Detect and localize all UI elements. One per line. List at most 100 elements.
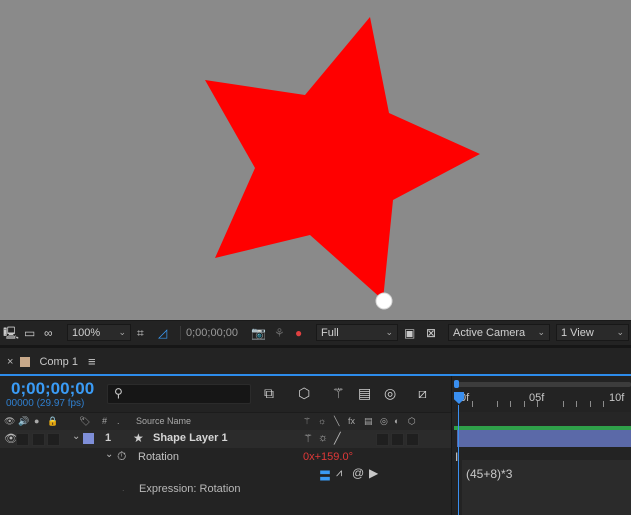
layer-duration-bar[interactable] xyxy=(457,430,631,447)
shy-switch-icon: ⚚ xyxy=(303,416,312,426)
viewer-canvas xyxy=(205,17,480,310)
tab-label: Comp 1 xyxy=(39,355,78,368)
layer-number: 1 xyxy=(105,432,112,444)
work-area-bar[interactable] xyxy=(454,426,631,430)
camera-view-value: Active Camera xyxy=(453,326,526,339)
shy-switch-icon[interactable]: ⚚ xyxy=(303,432,313,445)
rotation-degrees-value[interactable]: +159.0° xyxy=(315,451,353,463)
star-icon: ★ xyxy=(133,431,144,445)
always-preview-icon[interactable]: 🖳 xyxy=(3,324,19,342)
audio-switch[interactable] xyxy=(16,433,29,446)
resolution-value: Full xyxy=(321,326,339,339)
timeline-pane-divider[interactable] xyxy=(451,376,452,515)
search-icon: ⚲ xyxy=(114,386,123,400)
resolution-dropdown[interactable]: Full ⌄ xyxy=(316,324,398,341)
current-time-display[interactable]: 0;00;00;00 xyxy=(11,379,94,399)
lock-switch[interactable] xyxy=(47,433,60,446)
viewer-timecode-value: 0;00;00;00 xyxy=(186,327,238,339)
3d-layer-switch[interactable] xyxy=(406,433,419,446)
solo-switch[interactable] xyxy=(32,433,45,446)
sort-icon: . xyxy=(117,416,120,426)
source-name-header[interactable]: Source Name xyxy=(136,416,191,426)
time-ruler[interactable]: 0f 05f 10f xyxy=(452,376,631,412)
expression-editor-field[interactable]: (45+8)*3 xyxy=(462,460,631,515)
graph-editor-icon[interactable]: ⧄ xyxy=(418,385,427,402)
red-star-shape[interactable] xyxy=(205,17,480,300)
motion-blur-switch-icon: ◎ xyxy=(380,416,388,426)
panel-menu-icon[interactable]: ≡ xyxy=(88,354,96,369)
frame-blending-icon[interactable]: ▤ xyxy=(358,385,371,402)
chevron-down-icon[interactable]: ⌄ xyxy=(72,431,80,442)
solo-icon[interactable]: ● xyxy=(34,416,39,426)
collapse-switch-icon[interactable]: ☼ xyxy=(318,432,328,444)
view-layout-dropdown[interactable]: 1 View ⌄ xyxy=(556,324,629,341)
lock-icon[interactable]: 🔒 xyxy=(47,416,58,427)
ruler-label-10f: 10f xyxy=(609,392,625,404)
expression-graph-icon[interactable]: ⩘ xyxy=(336,467,342,480)
property-name: Rotation xyxy=(138,451,179,463)
chevron-down-icon[interactable]: ⌄ xyxy=(105,449,113,460)
chevron-down-icon: ⌄ xyxy=(385,327,393,337)
chevron-down-icon: ⌄ xyxy=(537,327,545,337)
layer-list: 👁 ⌄ 1 ★ Shape Layer 1 ⚚ ☼ ╱ ⌄ ⏱ Rotation… xyxy=(0,430,452,515)
layer-name[interactable]: Shape Layer 1 xyxy=(153,432,228,444)
quality-switch-icon: ╲ xyxy=(334,416,340,426)
snapshot-icon[interactable]: 📷 xyxy=(251,324,266,342)
pick-whip-icon[interactable]: @ xyxy=(352,466,364,480)
expression-indent-icon: . xyxy=(122,483,125,493)
safe-zones-icon[interactable]: ⌗ xyxy=(137,324,144,342)
composition-viewer[interactable] xyxy=(0,0,631,320)
monitor-icon[interactable]: ▭ xyxy=(24,324,35,342)
view-layout-value: 1 View xyxy=(561,326,594,339)
time-navigator-start-handle[interactable] xyxy=(454,380,459,388)
mask-path-icon[interactable]: ◿ xyxy=(158,324,167,342)
property-row-rotation[interactable]: ⌄ ⏱ Rotation 0x+159.0° xyxy=(0,449,452,467)
tab-comp-1[interactable]: × Comp 1 ≡ xyxy=(0,348,96,375)
expression-label: Expression: Rotation xyxy=(139,483,241,495)
frame-blend-switch-icon: ▤ xyxy=(364,416,373,426)
current-time-indicator-line[interactable] xyxy=(458,405,459,515)
draft-3d-icon[interactable]: ⬡ xyxy=(298,385,310,402)
collapse-switch-icon: ☼ xyxy=(318,416,327,426)
layer-row[interactable]: 👁 ⌄ 1 ★ Shape Layer 1 ⚚ ☼ ╱ xyxy=(0,430,452,448)
zoom-value: 100% xyxy=(72,326,101,339)
layer-number-header[interactable]: # xyxy=(102,416,107,426)
adjustment-switch[interactable] xyxy=(391,433,404,446)
expression-row: . Expression: Rotation xyxy=(0,481,452,499)
stopwatch-icon[interactable]: ⏱ xyxy=(117,449,126,464)
mask-toggle-icon[interactable]: ∞ xyxy=(44,324,53,342)
chevron-down-icon: ⌄ xyxy=(616,327,624,337)
camera-view-dropdown[interactable]: Active Camera ⌄ xyxy=(448,324,550,341)
timeline-tab-bar: × Comp 1 ≡ xyxy=(0,348,631,375)
close-icon[interactable]: × xyxy=(7,356,13,368)
ruler-label-05f: 05f xyxy=(529,392,545,404)
eye-icon[interactable]: 👁 xyxy=(4,416,15,427)
zoom-dropdown[interactable]: 100% ⌄ xyxy=(67,324,131,341)
audio-icon[interactable]: 🔊 xyxy=(18,416,29,427)
viewer-timecode[interactable]: 0;00;00;00 xyxy=(186,324,238,342)
layer-column-header: 👁 🔊 ● 🔒 🏷 # . Source Name ⚚ ☼ ╲ fx ▤ ◎ ◐… xyxy=(0,412,452,431)
composition-flowchart-icon[interactable]: ⧉ xyxy=(264,385,274,402)
composition-icon xyxy=(20,356,31,367)
3d-layer-switch-icon: ⬡ xyxy=(408,416,416,426)
show-snapshot-icon[interactable]: ⚘ xyxy=(274,324,285,342)
quality-switch-icon[interactable]: ╱ xyxy=(334,432,341,445)
transparency-grid-icon[interactable]: ⊠ xyxy=(426,324,436,342)
adjustment-switch-icon: ◐ xyxy=(394,416,400,426)
shy-layers-icon[interactable]: ⚚ xyxy=(332,385,345,402)
label-tag-icon[interactable]: 🏷 xyxy=(79,416,90,427)
frame-rate-display: 00000 (29.97 fps) xyxy=(6,398,85,409)
expression-text[interactable]: (45+8)*3 xyxy=(466,467,512,481)
motion-blur-switch[interactable] xyxy=(376,433,389,446)
time-navigator-bar[interactable] xyxy=(456,382,631,387)
rotation-revolutions-value[interactable]: 0x xyxy=(303,451,315,463)
region-of-interest-icon[interactable]: ▣ xyxy=(404,324,415,342)
color-channels-icon[interactable]: ● xyxy=(295,324,302,342)
anchor-point-handle[interactable] xyxy=(375,292,393,310)
layer-search-input[interactable]: ⚲ xyxy=(107,384,251,404)
layer-color-label[interactable] xyxy=(83,433,94,444)
chevron-down-icon: ⌄ xyxy=(118,327,126,337)
expression-language-menu-icon[interactable]: ▶ xyxy=(369,466,378,480)
motion-blur-icon[interactable]: ◎ xyxy=(384,385,396,402)
viewer-toolbar: 🖳 ▭ ∞ 100% ⌄ ⌗ ◿ 0;00;00;00 📷 ⚘ ● Full ⌄… xyxy=(0,320,631,345)
